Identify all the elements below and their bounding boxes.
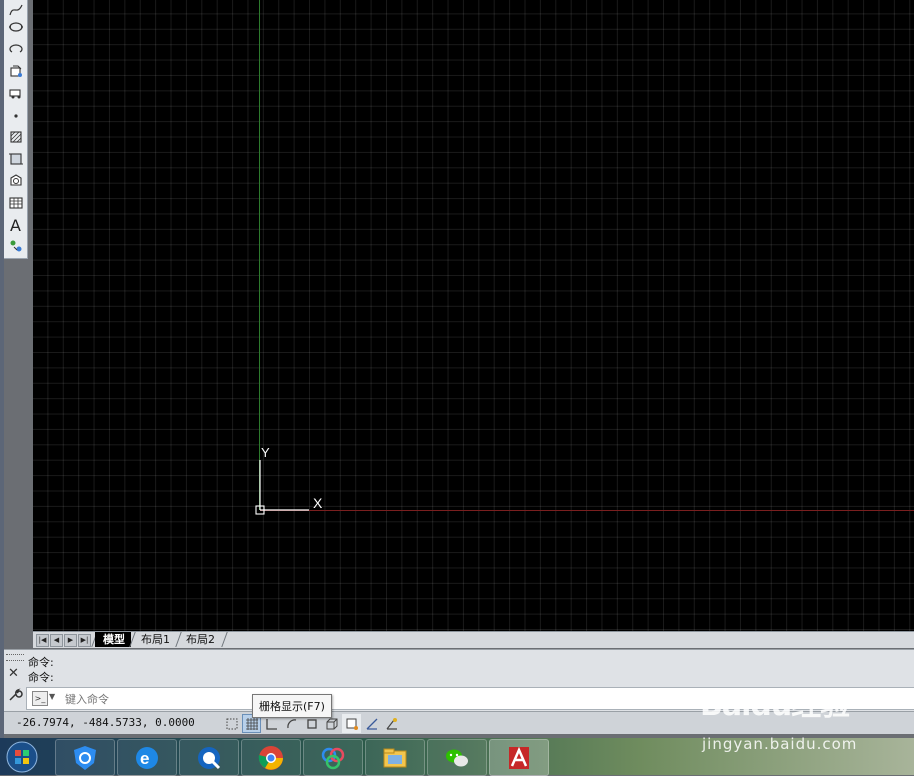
gradient-icon[interactable] <box>6 149 25 169</box>
chevron-down-icon[interactable]: ▼ <box>49 692 55 701</box>
svg-text:e: e <box>140 749 149 768</box>
multiline-text-icon[interactable]: A <box>6 215 25 235</box>
prev-tab-icon[interactable]: ◀ <box>50 634 63 647</box>
table-icon[interactable] <box>6 193 25 213</box>
baidu-netdisk-icon[interactable] <box>303 739 363 776</box>
ucs-icon: Y X <box>255 445 323 515</box>
add-selected-icon[interactable] <box>6 236 25 256</box>
region-icon[interactable] <box>6 171 25 191</box>
history-line: 命令: <box>28 656 54 669</box>
last-tab-icon[interactable]: ▶| <box>78 634 91 647</box>
close-icon[interactable]: ✕ <box>8 666 19 681</box>
command-line-panel: ✕ 命令: 命令: >_ ▼ <box>4 649 914 711</box>
insert-block-icon[interactable] <box>6 61 25 81</box>
file-explorer-icon[interactable] <box>365 739 425 776</box>
tab-divider <box>221 632 228 647</box>
tab-model[interactable]: 模型 <box>95 632 131 647</box>
history-line: 命令: <box>28 671 54 684</box>
windows-logo-icon <box>6 741 38 773</box>
panel-grip[interactable] <box>6 654 24 661</box>
wechat-icon[interactable] <box>427 739 487 776</box>
x-axis-line <box>260 510 914 511</box>
command-prompt-icon[interactable]: >_ <box>32 691 48 706</box>
ellipse-arc-icon[interactable] <box>6 39 25 59</box>
point-icon[interactable] <box>6 105 25 125</box>
qq-browser-icon[interactable] <box>179 739 239 776</box>
security-app-icon[interactable] <box>55 739 115 776</box>
ie-browser-icon[interactable]: e <box>117 739 177 776</box>
ellipse-icon[interactable] <box>6 17 25 37</box>
tab-layout1[interactable]: 布局1 <box>133 632 176 647</box>
autocad-icon[interactable] <box>489 739 549 776</box>
side-panel <box>4 259 33 651</box>
windows-start-button[interactable] <box>2 740 42 774</box>
wrench-icon[interactable] <box>7 687 23 703</box>
y-axis-line <box>259 0 260 510</box>
next-tab-icon[interactable]: ▶ <box>64 634 77 647</box>
coordinate-readout: -26.7974, -484.5733, 0.0000 <box>16 716 195 729</box>
ucs-y-label: Y <box>261 445 270 460</box>
grid-tooltip: 栅格显示(F7) <box>252 694 332 718</box>
infer-constraints-icon[interactable] <box>222 714 241 733</box>
tab-layout2[interactable]: 布局2 <box>178 632 221 647</box>
dynamic-input-icon[interactable] <box>382 714 401 733</box>
drawing-canvas[interactable]: Y X <box>33 0 914 631</box>
status-bar: -26.7974, -484.5733, 0.0000 <box>4 711 914 734</box>
make-block-icon[interactable] <box>6 83 25 103</box>
command-history: 命令: 命令: <box>28 655 908 685</box>
layout-tab-bar: |◀ ◀ ▶ ▶| 模型 布局1 布局2 <box>33 631 914 648</box>
taskbar: e <box>0 738 914 776</box>
command-input-row: >_ ▼ <box>26 687 914 710</box>
dynamic-ucs-icon[interactable] <box>362 714 381 733</box>
hatch-icon[interactable] <box>6 127 25 147</box>
chrome-icon[interactable] <box>241 739 301 776</box>
draw-toolbar: A <box>4 0 28 259</box>
first-tab-icon[interactable]: |◀ <box>36 634 49 647</box>
ucs-x-label: X <box>313 495 323 511</box>
otrack-icon[interactable] <box>342 714 361 733</box>
